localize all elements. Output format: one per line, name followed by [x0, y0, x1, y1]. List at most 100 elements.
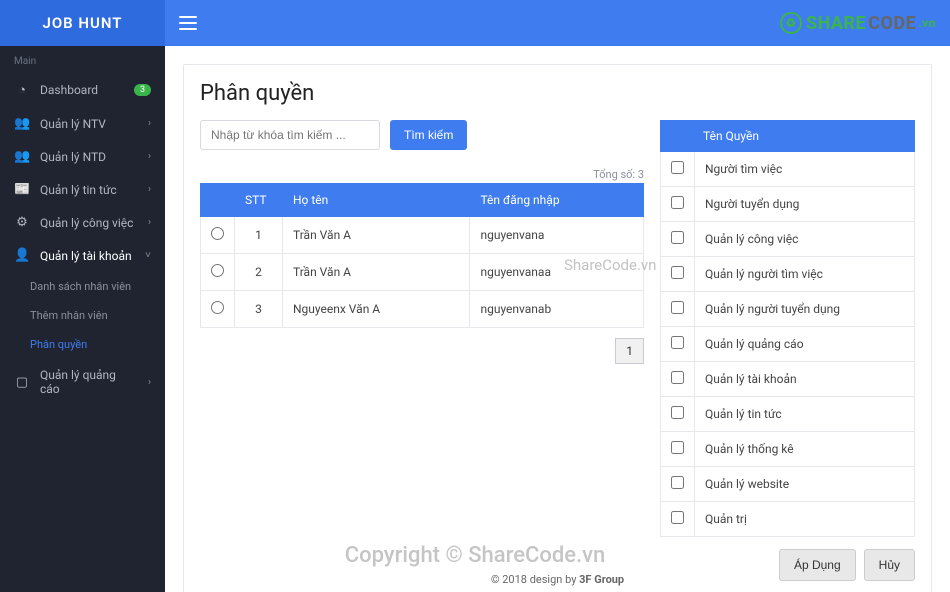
table-row: Quản lý website: [661, 467, 915, 502]
perm-name: Quản lý công việc: [695, 222, 915, 257]
topbar-main: ♻ SHARECODE.vn: [165, 0, 950, 46]
perm-checkbox[interactable]: [671, 406, 684, 419]
table-row: Người tuyển dụng: [661, 187, 915, 222]
sidebar: Main ◔Dashboard3👥Quản lý NTV›👥Quản lý NT…: [0, 46, 165, 592]
gears-icon: ⚙: [14, 215, 30, 230]
topbar: JOB HUNT ♻ SHARECODE.vn: [0, 0, 950, 46]
user-header-0: [201, 184, 235, 217]
sidebar-item-3[interactable]: 📰Quản lý tin tức›: [0, 173, 165, 206]
perm-name: Quản lý người tuyển dụng: [695, 292, 915, 327]
user-username: nguyenvanaa: [470, 254, 644, 291]
sidebar-subitem-5-2[interactable]: Phân quyền: [0, 330, 165, 359]
user-stt: 3: [235, 291, 283, 328]
table-row: Quản lý người tìm việc: [661, 257, 915, 292]
perm-checkbox[interactable]: [671, 161, 684, 174]
user-header-3: Tên đăng nhập: [470, 184, 644, 217]
left-column: Tìm kiếm Tổng số: 3 STTHọ tênTên đăng nh…: [200, 120, 644, 364]
user-username: nguyenvana: [470, 217, 644, 254]
perm-name: Quản lý người tìm việc: [695, 257, 915, 292]
sidebar-item-label: Quản lý tin tức: [40, 183, 138, 197]
brand-title: JOB HUNT: [0, 0, 165, 46]
user-select-radio[interactable]: [211, 227, 224, 240]
sidebar-item-2[interactable]: 👥Quản lý NTD›: [0, 140, 165, 173]
table-row: Quản lý người tuyển dụng: [661, 292, 915, 327]
user-name: Nguyeenx Văn A: [283, 291, 470, 328]
table-row: 2Trần Văn Anguyenvanaa: [201, 254, 644, 291]
perm-name: Quản lý tài khoản: [695, 362, 915, 397]
account-icon: 👤: [14, 248, 30, 263]
perm-checkbox[interactable]: [671, 301, 684, 314]
table-row: Người tìm việc: [661, 152, 915, 187]
dashboard-icon: ◔: [14, 82, 30, 98]
perm-name: Người tuyển dụng: [695, 187, 915, 222]
sharecode-logo: ♻ SHARECODE.vn: [780, 12, 936, 34]
sidebar-badge: 3: [134, 84, 151, 96]
sidebar-item-label: Quản lý tài khoản: [40, 249, 135, 263]
sidebar-item-6[interactable]: ▢Quản lý quảng cáo›: [0, 359, 165, 405]
perm-name: Quản trị: [695, 502, 915, 537]
perm-checkbox[interactable]: [671, 196, 684, 209]
sidebar-item-0[interactable]: ◔ Dashboard 3: [0, 73, 165, 107]
sidebar-item-label: Quản lý quảng cáo: [40, 368, 138, 396]
sidebar-item-label: Quản lý NTD: [40, 150, 138, 164]
user-name: Trần Văn A: [283, 254, 470, 291]
sidebar-item-label: Quản lý công việc: [40, 216, 138, 230]
perm-checkbox[interactable]: [671, 441, 684, 454]
sidebar-item-5[interactable]: 👤 Quản lý tài khoản ˅: [0, 239, 165, 272]
table-row: Quản lý tài khoản: [661, 362, 915, 397]
menu-toggle-icon[interactable]: [179, 16, 197, 30]
perm-checkbox[interactable]: [671, 336, 684, 349]
sidebar-item-4[interactable]: ⚙ Quản lý công việc ›: [0, 206, 165, 239]
user-select-radio[interactable]: [211, 301, 224, 314]
perm-header-0: [661, 121, 695, 152]
perm-checkbox[interactable]: [671, 231, 684, 244]
user-username: nguyenvanab: [470, 291, 644, 328]
chevron-icon: ›: [148, 377, 151, 388]
search-row: Tìm kiếm: [200, 120, 644, 150]
user-stt: 2: [235, 254, 283, 291]
sidebar-section-label: Main: [0, 46, 165, 73]
table-row: Quản lý công việc: [661, 222, 915, 257]
perm-checkbox[interactable]: [671, 476, 684, 489]
pagination: 1: [200, 338, 644, 364]
table-row: 3Nguyeenx Văn Anguyenvanab: [201, 291, 644, 328]
news-icon: 📰: [14, 182, 30, 197]
permission-table: Tên Quyền Người tìm việcNgười tuyển dụng…: [660, 120, 915, 537]
table-row: 1Trần Văn Anguyenvana: [201, 217, 644, 254]
search-input[interactable]: [200, 120, 380, 150]
sidebar-item-label: Dashboard: [40, 83, 124, 97]
content-area: Phân quyền Tìm kiếm Tổng số: 3 STTHọ tên…: [165, 46, 950, 592]
right-column: Tên Quyền Người tìm việcNgười tuyển dụng…: [660, 120, 915, 581]
sidebar-subitem-5-1[interactable]: Thêm nhân viên: [0, 301, 165, 330]
table-row: Quản lý thống kê: [661, 432, 915, 467]
perm-name: Quản lý thống kê: [695, 432, 915, 467]
page-number[interactable]: 1: [615, 338, 644, 364]
user-select-radio[interactable]: [211, 264, 224, 277]
table-row: Quản trị: [661, 502, 915, 537]
user-header-2: Họ tên: [283, 184, 470, 217]
sidebar-subitem-5-0[interactable]: Danh sách nhân viên: [0, 272, 165, 301]
perm-name: Quản lý website: [695, 467, 915, 502]
users-icon: 👥: [14, 116, 30, 131]
sidebar-item-1[interactable]: 👥Quản lý NTV›: [0, 107, 165, 140]
total-count: Tổng số: 3: [200, 168, 644, 181]
main-card: Phân quyền Tìm kiếm Tổng số: 3 STTHọ tên…: [183, 64, 932, 592]
user-table: STTHọ tênTên đăng nhập 1Trần Văn Anguyen…: [200, 183, 644, 328]
recycle-icon: ♻: [780, 12, 802, 34]
page-title: Phân quyền: [200, 81, 915, 106]
search-button[interactable]: Tìm kiếm: [390, 120, 467, 150]
perm-checkbox[interactable]: [671, 371, 684, 384]
table-row: Quản lý tin tức: [661, 397, 915, 432]
perm-checkbox[interactable]: [671, 511, 684, 524]
user-stt: 1: [235, 217, 283, 254]
table-row: Quản lý quảng cáo: [661, 327, 915, 362]
perm-name: Quản lý quảng cáo: [695, 327, 915, 362]
chevron-icon: ˅: [145, 250, 151, 261]
users-icon: 👥: [14, 149, 30, 164]
chevron-icon: ›: [148, 118, 151, 129]
perm-name: Người tìm việc: [695, 152, 915, 187]
chevron-icon: ›: [148, 217, 151, 228]
perm-checkbox[interactable]: [671, 266, 684, 279]
user-name: Trần Văn A: [283, 217, 470, 254]
perm-name: Quản lý tin tức: [695, 397, 915, 432]
